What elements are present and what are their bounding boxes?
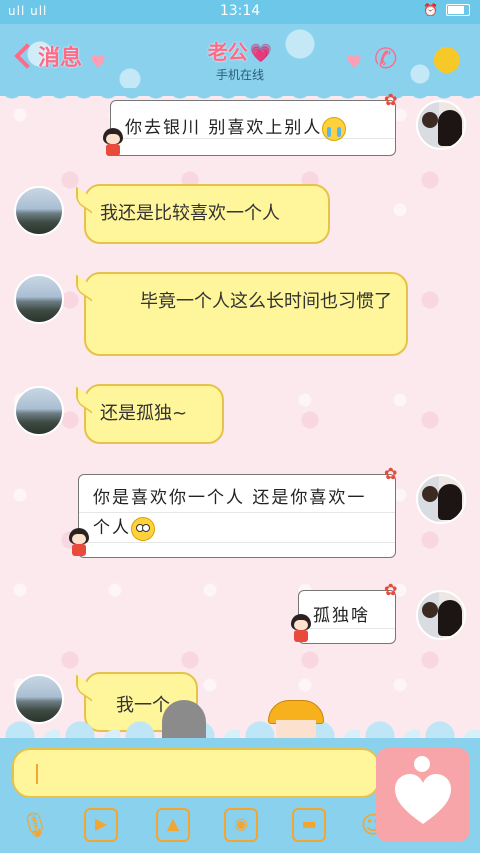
phone-call-button[interactable]: ✆ (374, 42, 397, 75)
heart-icon: 💗 (249, 43, 273, 64)
heart-icon: ♥ (346, 52, 363, 73)
text-cursor (36, 764, 38, 784)
message-bubble[interactable]: 你是喜欢你一个人 还是你喜欢一个人 (78, 474, 396, 558)
clock: 13:14 (219, 3, 261, 19)
flower-icon: ✿ (384, 464, 398, 483)
flushed-emoji-icon (131, 516, 155, 541)
file-icon[interactable]: ▬ (292, 808, 326, 842)
girl-sticker-icon (66, 528, 92, 558)
flower-icon: ✿ (384, 580, 398, 599)
contact-avatar[interactable] (14, 186, 64, 236)
flower-icon: ✿ (384, 90, 398, 109)
chat-screen: ull ull 13:14 ⏰ 消息 ♥ 老公 💗 手机在线 ♥ ✆ ● 你去银川… (0, 0, 480, 853)
user-avatar[interactable] (416, 474, 466, 524)
battery-icon (446, 4, 470, 16)
girl-sticker-icon (100, 128, 126, 158)
message-bubble[interactable]: 毕竟一个人这么长时间也习惯了 (84, 272, 408, 356)
image-icon[interactable]: ▲ (156, 808, 190, 842)
message-bubble[interactable]: 我还是比较喜欢一个人 (84, 184, 330, 244)
status-bar: ull ull 13:14 ⏰ (0, 0, 480, 24)
voice-icon[interactable]: 🎙 (18, 808, 52, 842)
message-bubble[interactable]: 你去银川 别喜欢上别人 (110, 100, 396, 156)
chat-header: 消息 ♥ 老公 💗 手机在线 ♥ ✆ ● (0, 24, 480, 102)
more-button[interactable]: ● (432, 38, 462, 78)
crying-emoji-icon (322, 116, 347, 141)
contact-avatar[interactable] (14, 274, 64, 324)
user-avatar[interactable] (416, 100, 466, 150)
message-input[interactable] (12, 748, 380, 798)
duck-icon: ● (432, 38, 462, 78)
favorite-button[interactable] (376, 748, 470, 842)
chat-title: 老公 (207, 40, 248, 64)
video-icon[interactable]: ▶ (84, 808, 118, 842)
online-status: 手机在线 (215, 68, 264, 82)
camera-icon[interactable]: ◉ (224, 808, 258, 842)
message-bubble[interactable]: 还是孤独~ (84, 384, 224, 444)
girl-sticker-icon (288, 614, 314, 644)
phone-icon: ✆ (374, 42, 398, 75)
alarm-icon: ⏰ (423, 3, 438, 17)
user-avatar[interactable] (416, 590, 466, 640)
heart-icon (395, 774, 451, 824)
contact-avatar[interactable] (14, 386, 64, 436)
